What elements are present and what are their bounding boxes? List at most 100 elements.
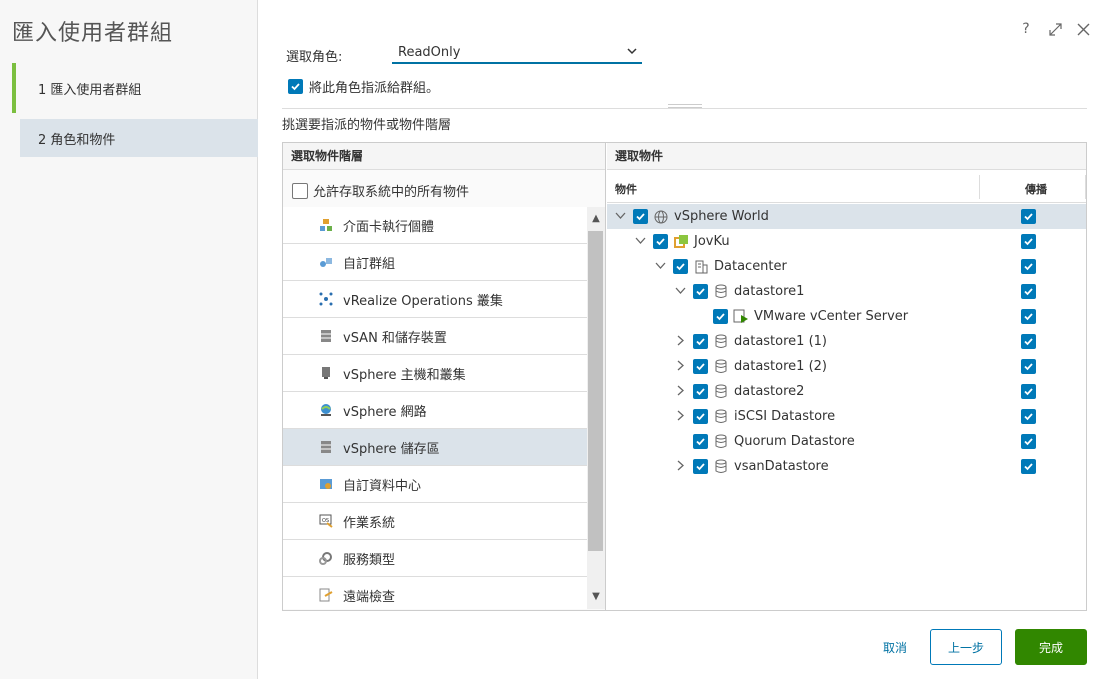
list-item[interactable]: 介面卡執行個體 (283, 207, 587, 244)
tree-row[interactable]: iSCSI Datastore (607, 404, 1086, 429)
tree-row[interactable]: vSphere World (607, 204, 1086, 229)
list-item[interactable]: vRealize Operations 叢集 (283, 281, 587, 318)
tree-row-checkbox[interactable] (693, 359, 708, 374)
list-item[interactable]: vSphere 主機和叢集 (283, 355, 587, 392)
tree-row[interactable]: VMware vCenter Server (607, 304, 1086, 329)
chevron-down-icon[interactable] (633, 235, 647, 249)
propagate-checkbox[interactable] (1021, 459, 1036, 474)
column-header-propagate: 傳播 (1025, 183, 1047, 196)
chevron-down-icon[interactable] (613, 210, 627, 224)
tree-row-checkbox[interactable] (693, 284, 708, 299)
scrollbar-thumb[interactable] (588, 231, 603, 551)
list-item[interactable]: 遠端檢查 (283, 577, 587, 609)
cluster-icon (319, 292, 333, 306)
list-item-label: 服務類型 (343, 552, 396, 568)
tree-row-checkbox[interactable] (693, 334, 708, 349)
tree-row-label: datastore2 (734, 384, 805, 399)
propagate-checkbox[interactable] (1021, 209, 1036, 224)
vcenter-icon (673, 234, 689, 250)
propagate-checkbox[interactable] (1021, 409, 1036, 424)
chevron-right-icon[interactable] (673, 335, 687, 349)
list-item-label: 介面卡執行個體 (343, 219, 435, 235)
tree-row-label: Datacenter (714, 259, 787, 274)
tree-row[interactable]: Quorum Datastore (607, 429, 1086, 454)
globe-icon (653, 209, 669, 225)
tree-row-checkbox[interactable] (633, 209, 648, 224)
role-select-value: ReadOnly (398, 44, 461, 60)
propagate-checkbox[interactable] (1021, 284, 1036, 299)
tree-row-checkbox[interactable] (653, 234, 668, 249)
tree-row-label: datastore1 (2) (734, 359, 827, 374)
datacenter-icon (319, 477, 333, 491)
datacenter-icon (693, 259, 709, 275)
chevron-down-icon[interactable] (653, 260, 667, 274)
wizard-step-2[interactable]: 2 角色和物件 (20, 119, 258, 157)
list-item[interactable]: 自訂群組 (283, 244, 587, 281)
tree-row[interactable]: datastore2 (607, 379, 1086, 404)
datastore-icon (713, 384, 729, 400)
objects-pane-title: 選取物件 (607, 143, 1086, 170)
list-item-label: 作業系統 (343, 515, 396, 531)
tree-row-checkbox[interactable] (713, 309, 728, 324)
propagate-checkbox[interactable] (1021, 434, 1036, 449)
chevron-right-icon[interactable] (673, 410, 687, 424)
propagate-checkbox[interactable] (1021, 384, 1036, 399)
tree-row-checkbox[interactable] (693, 434, 708, 449)
tree-row[interactable]: datastore1 (607, 279, 1086, 304)
chevron-right-icon[interactable] (673, 360, 687, 374)
all-objects-label: 允許存取系統中的所有物件 (313, 185, 470, 200)
list-item[interactable]: vSphere 儲存區 (283, 429, 587, 466)
cancel-button[interactable]: 取消 (870, 629, 920, 665)
assign-role-checkbox[interactable] (288, 79, 303, 94)
tree-header: 物件 傳播 (607, 171, 1086, 203)
tree-row-checkbox[interactable] (673, 259, 688, 274)
scroll-up-icon[interactable]: ▲ (587, 213, 605, 229)
list-item[interactable]: vSphere 網路 (283, 392, 587, 429)
back-button[interactable]: 上一步 (930, 629, 1002, 665)
list-item-label: vSphere 網路 (343, 404, 427, 420)
help-icon[interactable]: ? (1017, 20, 1035, 38)
chevron-right-icon[interactable] (673, 460, 687, 474)
role-select[interactable]: ReadOnly (392, 42, 642, 64)
datastore-icon (319, 440, 333, 454)
list-item[interactable]: vSAN 和儲存裝置 (283, 318, 587, 355)
tree-row[interactable]: datastore1 (2) (607, 354, 1086, 379)
column-header-object: 物件 (615, 183, 637, 196)
tree-row-checkbox[interactable] (693, 384, 708, 399)
list-item-label: vSAN 和儲存裝置 (343, 330, 447, 346)
propagate-checkbox[interactable] (1021, 334, 1036, 349)
list-item-label: vSphere 主機和叢集 (343, 367, 466, 383)
finish-button[interactable]: 完成 (1015, 629, 1087, 665)
tree-row-label: datastore1 (1) (734, 334, 827, 349)
scroll-down-icon[interactable]: ▼ (587, 591, 605, 607)
close-icon[interactable] (1074, 20, 1092, 38)
list-item[interactable]: OS 作業系統 (283, 503, 587, 540)
all-objects-row: 允許存取系統中的所有物件 (292, 181, 469, 200)
list-item[interactable]: 服務類型 (283, 540, 587, 577)
list-scrollbar[interactable]: ▲ ▼ (587, 207, 605, 609)
propagate-checkbox[interactable] (1021, 234, 1036, 249)
adapter-icon (319, 218, 333, 232)
propagate-checkbox[interactable] (1021, 309, 1036, 324)
tree-row-label: iSCSI Datastore (734, 409, 836, 424)
chevron-right-icon[interactable] (673, 385, 687, 399)
datastore-icon (713, 409, 729, 425)
tree-row[interactable]: datastore1 (1) (607, 329, 1086, 354)
list-item-label: 遠端檢查 (343, 589, 396, 605)
all-objects-checkbox[interactable] (292, 182, 308, 199)
tree-row[interactable]: Datacenter (607, 254, 1086, 279)
network-icon (319, 403, 333, 417)
list-item[interactable]: 自訂資料中心 (283, 466, 587, 503)
tree-row[interactable]: JovKu (607, 229, 1086, 254)
objects-pane: 選取物件 物件 傳播 vSphere World JovKu Datacenter d… (607, 143, 1086, 610)
tree-row-checkbox[interactable] (693, 409, 708, 424)
role-label: 選取角色: (286, 50, 343, 65)
tree-row[interactable]: vsanDatastore (607, 454, 1086, 479)
wizard-step-1[interactable]: 1 匯入使用者群組 (12, 63, 258, 113)
chevron-down-icon[interactable] (673, 285, 687, 299)
expand-icon[interactable] (1046, 20, 1064, 38)
propagate-checkbox[interactable] (1021, 359, 1036, 374)
datastore-icon (713, 434, 729, 450)
propagate-checkbox[interactable] (1021, 259, 1036, 274)
tree-row-checkbox[interactable] (693, 459, 708, 474)
